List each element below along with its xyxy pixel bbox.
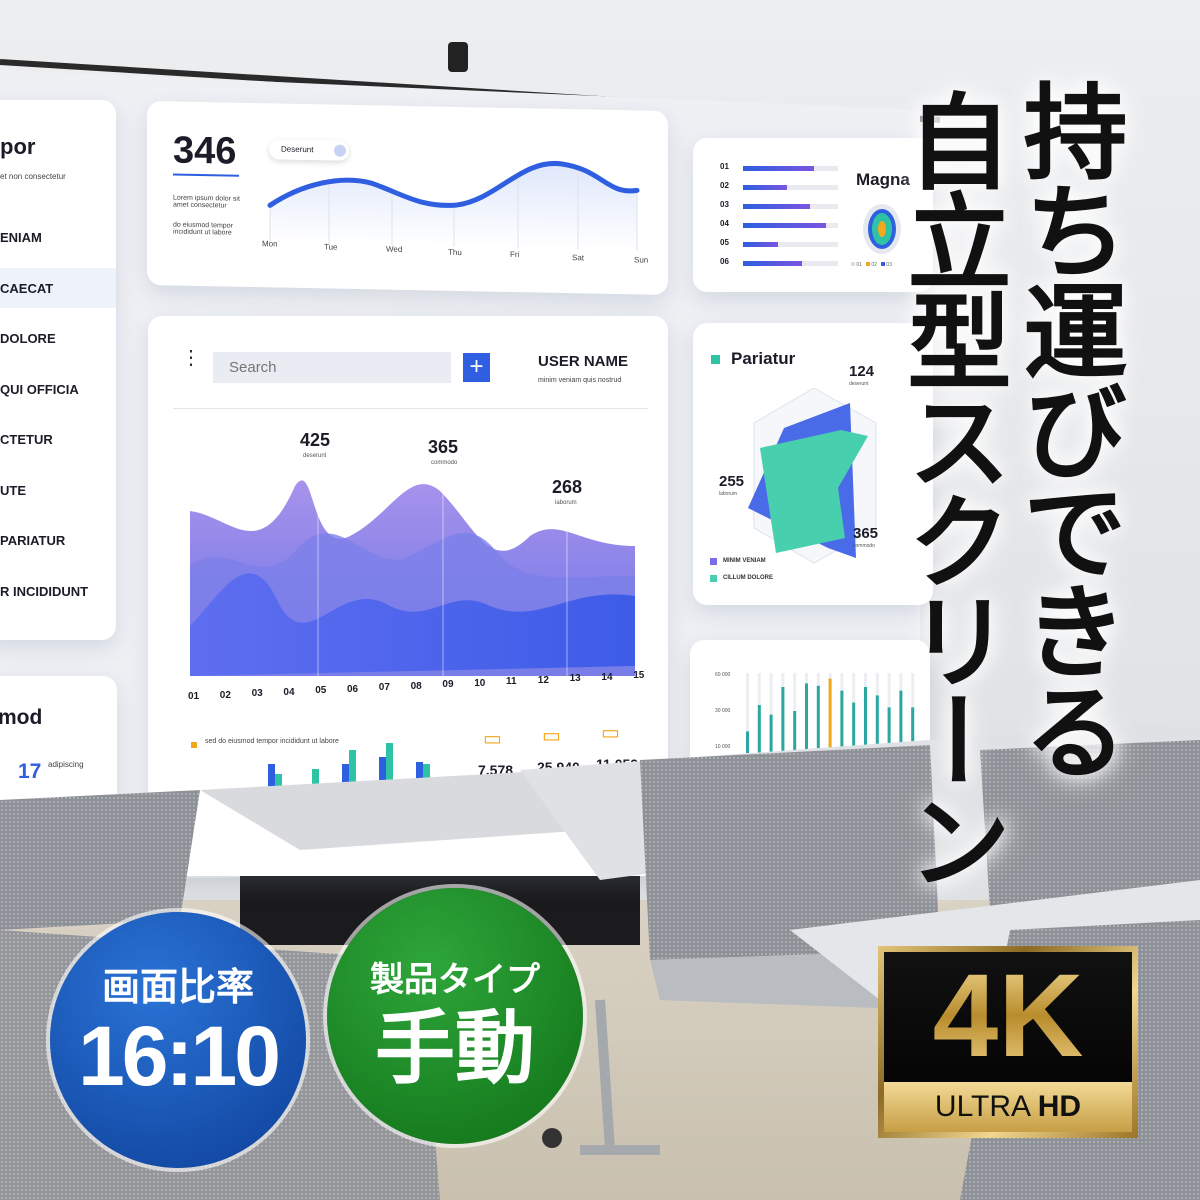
4k-text: 4K [884,952,1132,1080]
type-label: 製品タイプ [370,961,540,999]
headline-line-2: 自立型スクリーン [889,88,1012,888]
ultra-text: ULTRA [934,1090,1038,1123]
product-type-badge: 製品タイプ 手動 [327,888,583,1144]
aspect-label: 画面比率 [101,967,254,1009]
type-value: 手動 [375,1004,535,1093]
hd-text: HD [1037,1090,1082,1123]
4k-ultra-hd-badge: 4K ULTRA HD [878,946,1138,1138]
aspect-ratio-badge: 画面比率 16:10 [50,912,306,1168]
aspect-value: 16:10 [78,1009,281,1103]
headline-line-1: 持ち運びできる [1005,78,1128,778]
